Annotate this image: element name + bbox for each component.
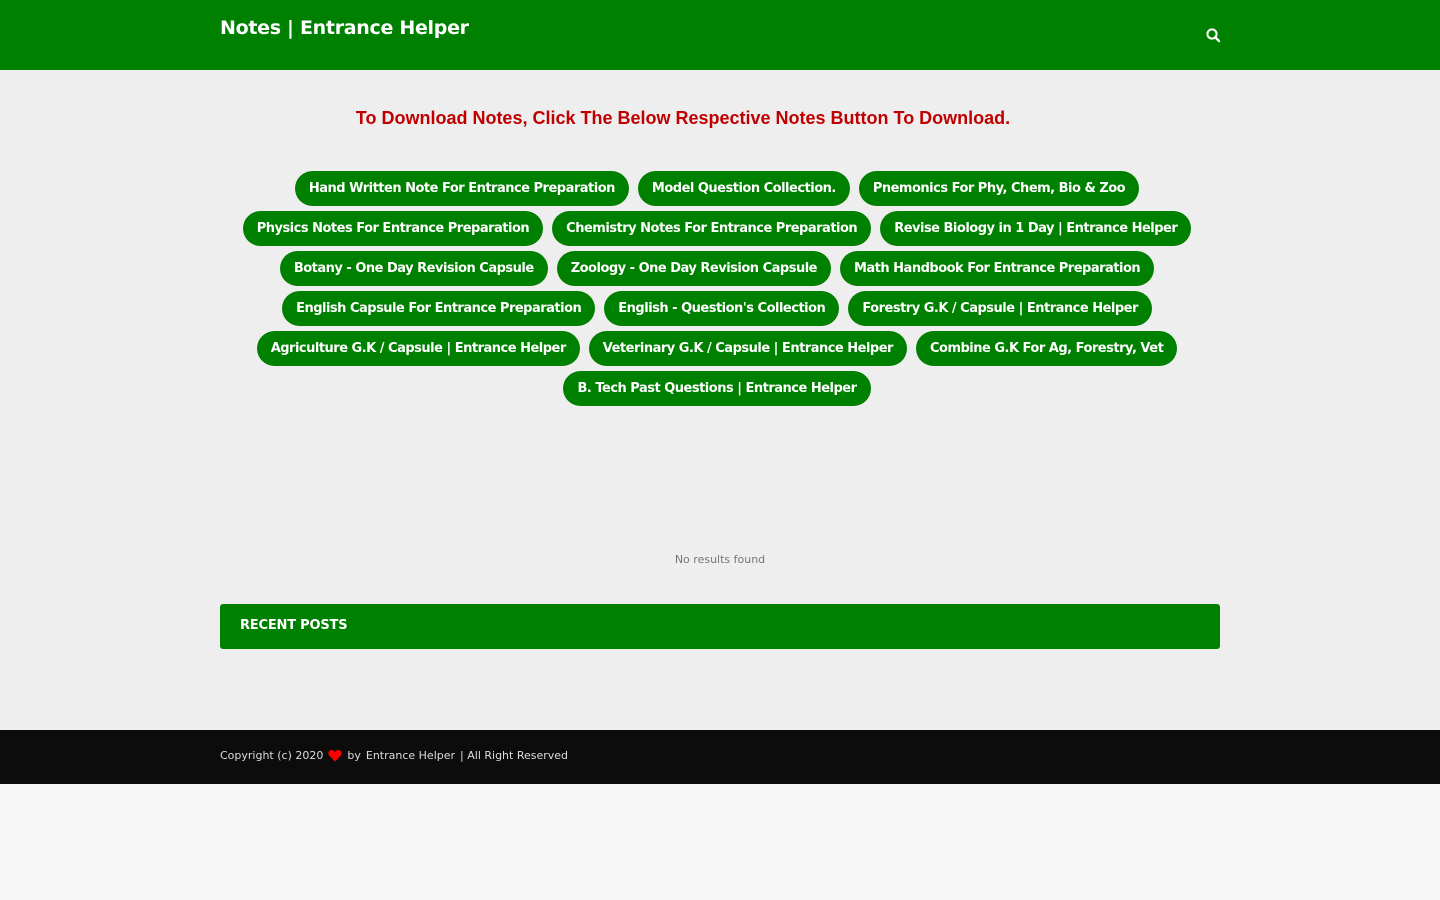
notes-button-row: B. Tech Past Questions | Entrance Helper [0, 368, 1434, 408]
site-footer: Copyright (c) 2020 by Entrance Helper | … [0, 730, 1440, 784]
note-button-revise-biology[interactable]: Revise Biology in 1 Day | Entrance Helpe… [880, 210, 1192, 246]
by-text: by [347, 749, 361, 762]
copyright-text: Copyright (c) 2020 [220, 749, 324, 762]
rights-text: | All Right Reserved [460, 749, 569, 762]
notes-button-row: English Capsule For Entrance Preparation… [0, 288, 1434, 328]
note-button-math-handbook[interactable]: Math Handbook For Entrance Preparation [839, 250, 1155, 286]
note-button-forestry-gk[interactable]: Forestry G.K / Capsule | Entrance Helper [848, 290, 1152, 326]
notes-button-row: Agriculture G.K / Capsule | Entrance Hel… [0, 328, 1434, 368]
download-notice: To Download Notes, Click The Below Respe… [355, 108, 1011, 128]
copyright-line: Copyright (c) 2020 by Entrance Helper | … [220, 749, 568, 762]
note-button-model-questions[interactable]: Model Question Collection. [637, 170, 850, 206]
site-header: Notes | Entrance Helper [0, 0, 1440, 70]
notes-button-row: Botany - One Day Revision Capsule Zoolog… [0, 248, 1434, 288]
heart-icon [328, 749, 342, 762]
recent-posts-title: RECENT POSTS [240, 618, 348, 633]
notes-button-grid: Hand Written Note For Entrance Preparati… [0, 168, 1434, 408]
note-button-physics[interactable]: Physics Notes For Entrance Preparation [242, 210, 544, 246]
notes-button-row: Hand Written Note For Entrance Preparati… [0, 168, 1434, 208]
note-button-combine-gk[interactable]: Combine G.K For Ag, Forestry, Vet [915, 330, 1178, 366]
note-button-veterinary-gk[interactable]: Veterinary G.K / Capsule | Entrance Help… [588, 330, 907, 366]
note-button-btech-past-questions[interactable]: B. Tech Past Questions | Entrance Helper [563, 370, 871, 406]
notes-button-row: Physics Notes For Entrance Preparation C… [0, 208, 1434, 248]
note-button-hand-written[interactable]: Hand Written Note For Entrance Preparati… [294, 170, 629, 206]
note-button-zoology[interactable]: Zoology - One Day Revision Capsule [556, 250, 831, 286]
main-content: To Download Notes, Click The Below Respe… [0, 70, 1440, 730]
note-button-chemistry[interactable]: Chemistry Notes For Entrance Preparation [552, 210, 872, 246]
no-results-message: No results found [674, 553, 766, 566]
note-button-agriculture-gk[interactable]: Agriculture G.K / Capsule | Entrance Hel… [256, 330, 580, 366]
author-link[interactable]: Entrance Helper [366, 749, 455, 762]
note-button-english-capsule[interactable]: English Capsule For Entrance Preparation [282, 290, 596, 326]
note-button-pnemonics[interactable]: Pnemonics For Phy, Chem, Bio & Zoo [858, 170, 1140, 206]
site-title-link[interactable]: Notes | Entrance Helper [220, 17, 469, 39]
recent-posts-header: RECENT POSTS [220, 604, 1220, 649]
search-button[interactable] [1204, 26, 1222, 44]
note-button-english-questions[interactable]: English - Question's Collection [604, 290, 840, 326]
search-icon [1206, 28, 1221, 43]
note-button-botany[interactable]: Botany - One Day Revision Capsule [279, 250, 548, 286]
